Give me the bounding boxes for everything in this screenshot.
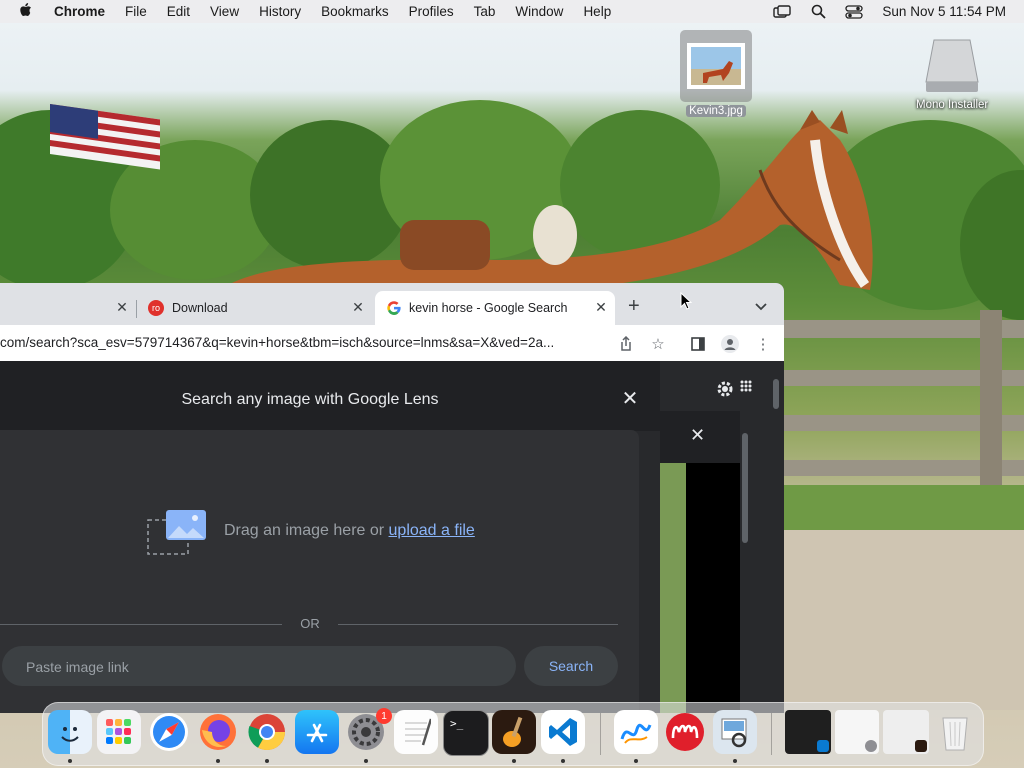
safari-icon[interactable] <box>147 710 191 754</box>
menu-edit[interactable]: Edit <box>157 4 200 19</box>
system-settings-icon <box>865 740 877 752</box>
preview-icon[interactable] <box>713 710 757 754</box>
menu-history[interactable]: History <box>249 4 311 19</box>
page-content: Search any image with Google Lens ✕ Drag… <box>0 361 784 713</box>
desktop-icon-label: Kevin3.jpg <box>686 105 746 117</box>
new-tab-icon[interactable]: + <box>628 295 640 318</box>
menu-bookmarks[interactable]: Bookmarks <box>311 4 399 19</box>
paste-image-link-input[interactable] <box>24 646 508 688</box>
firefox-icon[interactable] <box>196 710 240 754</box>
apple-menu-icon[interactable] <box>0 2 44 22</box>
apps-grid-icon[interactable] <box>740 379 752 397</box>
or-separator: OR <box>300 616 320 631</box>
preview-close-icon[interactable]: ✕ <box>690 425 705 446</box>
flag-decoration <box>50 104 160 170</box>
tab-title: kevin horse - Google Search <box>409 301 568 315</box>
spotlight-search-icon[interactable] <box>808 4 828 20</box>
image-preview-panel: ✕ <box>660 411 740 713</box>
menu-bar: Chrome File Edit View History Bookmarks … <box>0 0 1024 23</box>
finder-icon[interactable] <box>48 710 92 754</box>
upload-file-link[interactable]: upload a file <box>389 522 475 539</box>
minimized-window-thumbnail[interactable] <box>883 710 929 754</box>
mouse-cursor-icon <box>680 292 693 310</box>
freeform-icon[interactable] <box>614 710 658 754</box>
textedit-icon[interactable] <box>394 710 438 754</box>
tab-close-icon[interactable]: ✕ <box>593 299 609 315</box>
screen-mirroring-icon[interactable] <box>772 4 792 20</box>
profile-avatar-icon[interactable] <box>721 335 739 353</box>
address-bar[interactable]: com/search?sca_esv=579714367&q=kevin+hor… <box>0 331 610 355</box>
desktop-icon-kevin3[interactable]: Kevin3.jpg <box>680 30 752 117</box>
app-store-icon[interactable] <box>295 710 339 754</box>
lens-title: Search any image with Google Lens <box>181 391 439 408</box>
dock: 1 >_ <box>42 702 984 766</box>
menu-tab[interactable]: Tab <box>464 4 506 19</box>
tab-strip: ✕ ro Download ✕ kevin horse - Google Sea… <box>0 283 784 325</box>
vscode-icon[interactable] <box>541 710 585 754</box>
share-icon[interactable] <box>617 335 635 353</box>
minimized-window-thumbnail[interactable] <box>785 710 831 754</box>
close-icon[interactable]: ✕ <box>619 387 641 410</box>
browser-toolbar: com/search?sca_esv=579714367&q=kevin+hor… <box>0 325 784 361</box>
drag-instruction: Drag an image here or upload a file <box>224 522 475 540</box>
page-scrollbar[interactable] <box>773 379 779 409</box>
download-site-icon: ro <box>148 300 164 316</box>
image-upload-icon <box>146 508 208 561</box>
app-menu[interactable]: Chrome <box>44 4 115 19</box>
menubar-clock[interactable]: Sun Nov 5 11:54 PM <box>872 4 1024 19</box>
side-panel-icon[interactable] <box>689 335 707 353</box>
desktop-icon-label: Mono Installer <box>916 99 989 111</box>
divider <box>338 624 618 625</box>
tab-title: Download <box>172 301 228 315</box>
tab-search-chevron-icon[interactable] <box>754 299 768 317</box>
menu-help[interactable]: Help <box>573 4 621 19</box>
image-file-icon <box>680 30 752 102</box>
desktop-icon-mono-installer[interactable]: Mono Installer <box>916 34 988 111</box>
divider <box>0 624 282 625</box>
preview-thumbnail[interactable] <box>660 463 686 713</box>
google-icon <box>387 301 401 315</box>
notification-badge: 1 <box>376 708 392 724</box>
preview-image <box>686 463 740 713</box>
system-settings-icon[interactable]: 1 <box>344 708 392 754</box>
tab-google-search[interactable]: kevin horse - Google Search ✕ <box>375 291 615 325</box>
vscode-icon <box>817 740 829 752</box>
settings-gear-icon[interactable] <box>714 378 736 405</box>
tab-close-icon[interactable]: ✕ <box>350 299 366 315</box>
trash-icon[interactable] <box>933 710 977 754</box>
launchpad-icon[interactable] <box>97 710 141 754</box>
paste-link-field[interactable] <box>2 646 516 688</box>
tab-close-icon[interactable]: ✕ <box>114 299 130 315</box>
lens-header: Search any image with Google Lens ✕ <box>0 361 660 431</box>
garageband-icon[interactable] <box>492 710 536 754</box>
more-menu-icon[interactable]: ⋮ <box>754 335 772 353</box>
minimized-window-thumbnail[interactable] <box>835 710 879 754</box>
search-button[interactable]: Search <box>524 646 618 686</box>
menu-file[interactable]: File <box>115 4 157 19</box>
chrome-icon[interactable] <box>245 710 289 754</box>
mendeley-icon[interactable] <box>663 710 707 754</box>
horse-image <box>220 110 873 290</box>
control-center-icon[interactable] <box>844 4 864 20</box>
menu-profiles[interactable]: Profiles <box>399 4 464 19</box>
tab-download[interactable]: ro Download ✕ <box>140 291 372 325</box>
panel-scrollbar[interactable] <box>742 433 748 543</box>
terminal-icon[interactable]: >_ <box>443 710 489 756</box>
disk-image-icon <box>922 34 982 96</box>
drag-text: Drag an image here or <box>224 522 389 539</box>
bookmark-star-icon[interactable]: ☆ <box>649 335 667 353</box>
tab-untitled[interactable]: ✕ <box>0 291 136 325</box>
menu-view[interactable]: View <box>200 4 249 19</box>
chrome-window: ✕ ro Download ✕ kevin horse - Google Sea… <box>0 283 784 713</box>
menu-window[interactable]: Window <box>505 4 573 19</box>
garageband-icon <box>915 740 927 752</box>
